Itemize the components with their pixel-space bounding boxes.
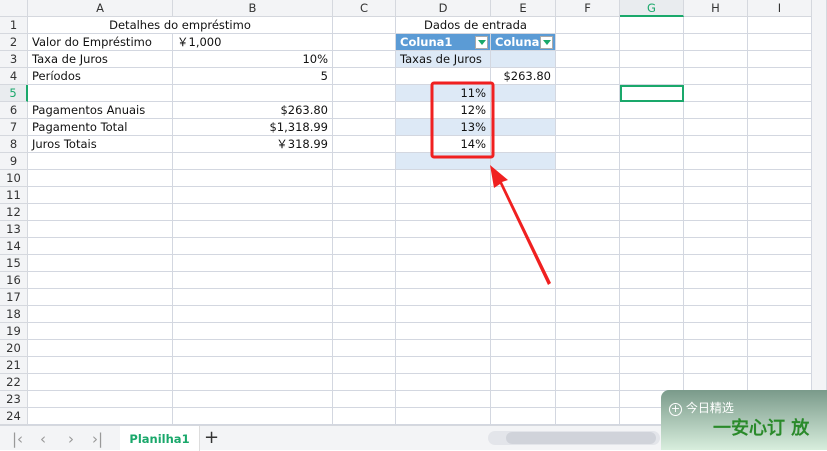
prev-sheet-icon[interactable]: ‹ xyxy=(40,430,46,448)
scrollbar-thumb[interactable] xyxy=(506,432,656,444)
first-sheet-icon[interactable]: |‹ xyxy=(12,430,23,448)
red-arrow xyxy=(490,165,551,285)
last-sheet-icon[interactable]: ›| xyxy=(92,430,103,448)
annotation-layer xyxy=(430,81,551,285)
add-sheet-icon[interactable]: + xyxy=(204,427,219,448)
horizontal-scrollbar[interactable] xyxy=(488,431,660,445)
sheet-tab-planilha1[interactable]: Planilha1 xyxy=(120,426,200,451)
next-sheet-icon[interactable]: › xyxy=(68,430,74,448)
highlight-box xyxy=(430,81,495,159)
